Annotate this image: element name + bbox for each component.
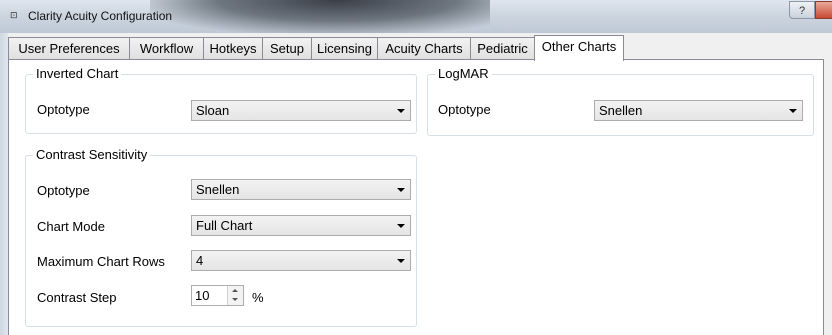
contrast-optotype-label: Optotype xyxy=(37,183,90,198)
chevron-up-icon[interactable] xyxy=(232,289,238,292)
contrast-optotype-value: Snellen xyxy=(196,182,240,197)
contrast-step-value: 10 xyxy=(195,288,210,303)
chevron-down-icon xyxy=(397,224,405,228)
contrast-sensitivity-title: Contrast Sensitivity xyxy=(33,147,151,163)
tab-workflow[interactable]: Workflow xyxy=(129,37,204,59)
contrast-sensitivity-group: Contrast Sensitivity Optotype Snellen Ch… xyxy=(25,147,417,327)
tab-acuity-charts[interactable]: Acuity Charts xyxy=(377,37,471,59)
max-chart-rows-value: 4 xyxy=(196,253,204,268)
logmar-group: LogMAR Optotype Snellen xyxy=(427,66,814,136)
chart-mode-select[interactable]: Full Chart xyxy=(191,215,411,236)
inverted-optotype-label: Optotype xyxy=(37,102,90,117)
title-bar[interactable]: ⊡ Clarity Acuity Configuration ? xyxy=(0,0,832,33)
max-chart-rows-label: Maximum Chart Rows xyxy=(37,254,165,269)
tab-other-charts[interactable]: Other Charts xyxy=(534,35,624,61)
stepper-buttons[interactable] xyxy=(227,286,243,305)
window-title: Clarity Acuity Configuration xyxy=(28,9,173,23)
title-bar-shade xyxy=(150,0,490,33)
inverted-optotype-select[interactable]: Sloan xyxy=(191,100,411,121)
chart-mode-label: Chart Mode xyxy=(37,219,105,234)
chevron-down-icon[interactable] xyxy=(232,298,238,301)
chevron-down-icon xyxy=(789,109,797,113)
chart-mode-value: Full Chart xyxy=(196,218,253,233)
inverted-optotype-value: Sloan xyxy=(196,103,230,118)
contrast-step-stepper[interactable]: 10 xyxy=(191,285,244,306)
logmar-optotype-label: Optotype xyxy=(438,102,491,117)
contrast-step-label: Contrast Step xyxy=(37,290,117,305)
chevron-down-icon xyxy=(397,188,405,192)
tab-pediatric[interactable]: Pediatric xyxy=(470,37,535,59)
contrast-step-unit: % xyxy=(252,290,264,305)
chevron-down-icon xyxy=(397,259,405,263)
tab-setup[interactable]: Setup xyxy=(262,37,312,59)
app-icon[interactable]: ⊡ xyxy=(10,11,24,21)
max-chart-rows-select[interactable]: 4 xyxy=(191,250,411,271)
contrast-optotype-select[interactable]: Snellen xyxy=(191,179,411,200)
logmar-optotype-select[interactable]: Snellen xyxy=(594,100,803,121)
help-button[interactable]: ? xyxy=(789,1,815,19)
configuration-window: ⊡ Clarity Acuity Configuration ? User Pr… xyxy=(0,0,832,335)
logmar-optotype-value: Snellen xyxy=(599,103,643,118)
other-charts-page: Inverted Chart Optotype Sloan LogMAR Opt… xyxy=(8,59,824,335)
close-button[interactable] xyxy=(815,1,832,19)
inverted-chart-title: Inverted Chart xyxy=(33,66,122,82)
chevron-down-icon xyxy=(397,109,405,113)
logmar-title: LogMAR xyxy=(435,66,492,82)
tab-licensing[interactable]: Licensing xyxy=(311,37,378,59)
inverted-chart-group: Inverted Chart Optotype Sloan xyxy=(25,66,417,134)
tab-user-preferences[interactable]: User Preferences xyxy=(8,37,130,59)
window-left-edge xyxy=(0,33,8,335)
tab-hotkeys[interactable]: Hotkeys xyxy=(203,37,263,59)
